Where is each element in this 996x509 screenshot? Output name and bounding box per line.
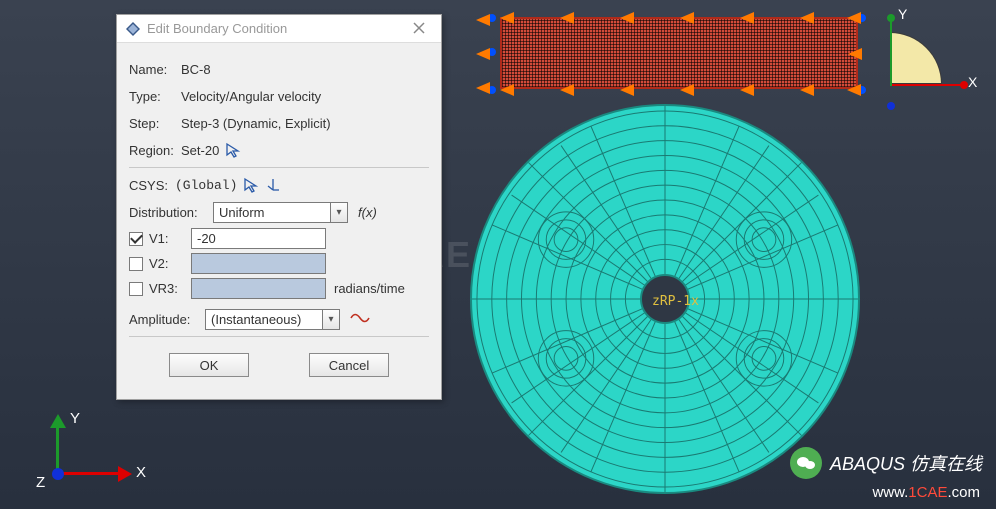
bc-arrow-icon [560, 84, 574, 96]
rect-mesh-part[interactable] [500, 17, 858, 89]
dialog-title: Edit Boundary Condition [147, 21, 405, 36]
edit-boundary-condition-dialog: Edit Boundary Condition Name:BC-8 Type:V… [116, 14, 442, 400]
bc-arrow-icon [476, 82, 490, 94]
region-label: Region: [129, 143, 181, 158]
bc-arrow-icon [560, 12, 574, 24]
vr3-input[interactable] [191, 278, 326, 299]
view-triad-top-right: X Y [880, 12, 970, 112]
cancel-button[interactable]: Cancel [309, 353, 389, 377]
bc-arrow-icon [800, 12, 814, 24]
axis-y-label: Y [898, 6, 907, 22]
bc-arrow-icon [848, 48, 862, 60]
axis-x-label: X [968, 74, 977, 90]
reference-point-label: zRP-1x [652, 294, 699, 309]
v1-label: V1: [149, 231, 191, 246]
axis-z-label: Z [36, 474, 45, 491]
step-value: Step-3 (Dynamic, Explicit) [181, 116, 429, 131]
amplitude-label: Amplitude: [129, 312, 205, 327]
bc-arrow-icon [620, 12, 634, 24]
bc-arrow-icon [476, 48, 490, 60]
pick-csys-icon[interactable] [243, 177, 259, 193]
amplitude-select[interactable]: (Instantaneous) ▾ [205, 309, 340, 330]
v1-checkbox[interactable] [129, 232, 143, 246]
abaqus-icon [125, 21, 141, 37]
vr3-unit: radians/time [334, 281, 405, 296]
csys-value: (Global) [175, 178, 237, 193]
name-value: BC-8 [181, 62, 429, 77]
chevron-down-icon: ▾ [322, 310, 339, 329]
datum-csys-icon[interactable] [265, 177, 281, 193]
bc-arrow-icon [847, 12, 861, 24]
wechat-icon [790, 447, 822, 479]
bc-arrow-icon [500, 12, 514, 24]
fx-icon[interactable]: f(x) [358, 205, 377, 220]
step-label: Step: [129, 116, 181, 131]
bc-arrow-icon [847, 84, 861, 96]
ok-button[interactable]: OK [169, 353, 249, 377]
distribution-label: Distribution: [129, 205, 213, 220]
region-value: Set-20 [181, 143, 219, 158]
type-value: Velocity/Angular velocity [181, 89, 429, 104]
bc-arrow-icon [620, 84, 634, 96]
bc-arrow-icon [476, 14, 490, 26]
v1-input[interactable]: -20 [191, 228, 326, 249]
vr3-checkbox[interactable] [129, 282, 143, 296]
bc-arrow-icon [740, 12, 754, 24]
dialog-titlebar[interactable]: Edit Boundary Condition [117, 15, 441, 43]
v2-checkbox[interactable] [129, 257, 143, 271]
v2-label: V2: [149, 256, 191, 271]
url-watermark: www.1CAE.com [872, 484, 980, 501]
bc-arrow-icon [500, 84, 514, 96]
distribution-select[interactable]: Uniform ▾ [213, 202, 348, 223]
chevron-down-icon: ▾ [330, 203, 347, 222]
name-label: Name: [129, 62, 181, 77]
bc-arrow-icon [680, 84, 694, 96]
view-triad-bottom-left: X Y Z [42, 424, 152, 504]
pick-region-icon[interactable] [225, 142, 241, 158]
axis-y-label: Y [70, 410, 80, 427]
axis-x-label: X [136, 464, 146, 481]
csys-label: CSYS: [129, 178, 175, 193]
type-label: Type: [129, 89, 181, 104]
v2-input[interactable] [191, 253, 326, 274]
close-icon[interactable] [405, 21, 433, 37]
brand-watermark: ABAQUS 仿真在线 [790, 447, 982, 479]
bc-arrow-icon [740, 84, 754, 96]
amplitude-curve-icon[interactable] [350, 311, 370, 328]
bc-arrow-icon [680, 12, 694, 24]
bc-arrow-icon [800, 84, 814, 96]
vr3-label: VR3: [149, 281, 191, 296]
